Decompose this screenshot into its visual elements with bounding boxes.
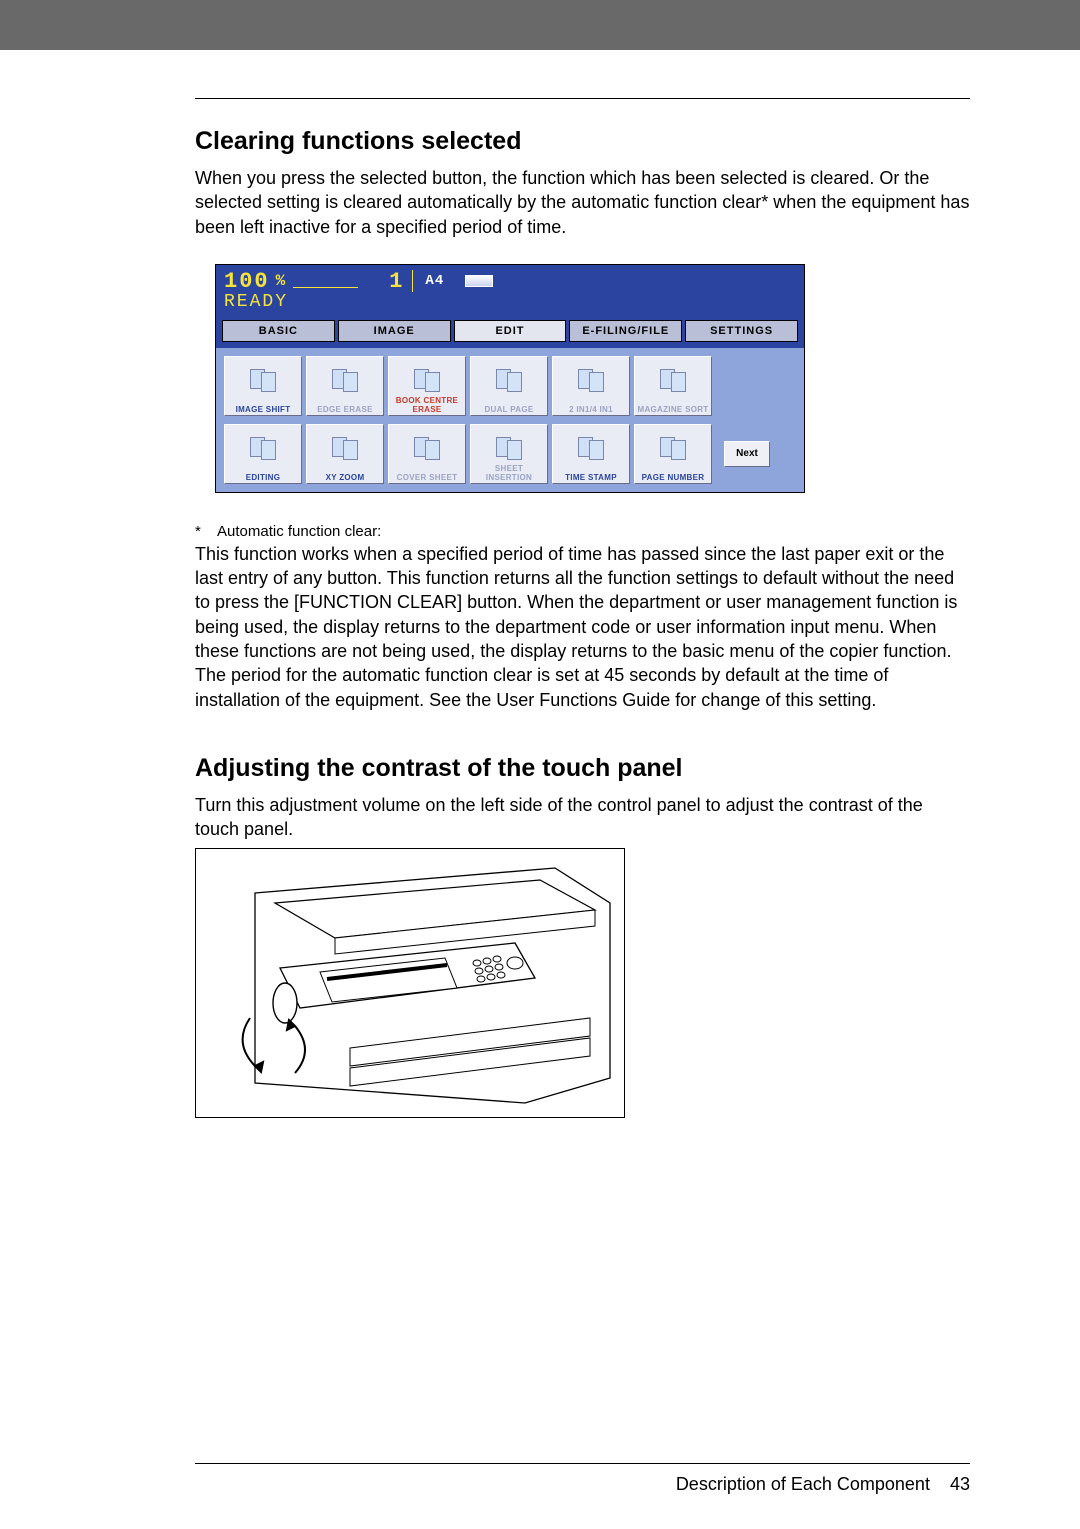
fn-2in1-4in1[interactable]: 2 IN1/4 IN1	[552, 356, 630, 416]
header-black-bar	[0, 0, 1080, 50]
fn-icon	[307, 363, 383, 395]
footer-label: Description of Each Component	[676, 1474, 930, 1494]
fn-icon	[471, 363, 547, 395]
status-underline	[293, 287, 358, 288]
top-rule	[195, 98, 970, 99]
fn-icon	[553, 431, 629, 463]
fn-icon	[553, 363, 629, 395]
tray-icon	[465, 275, 493, 287]
status-paper: A4	[425, 273, 444, 289]
status-zoom-value: 100	[224, 269, 270, 294]
footnote-heading: Automatic function clear:	[195, 523, 970, 540]
status-zoom-unit: %	[276, 272, 288, 290]
section-title-clearing: Clearing functions selected	[195, 127, 970, 156]
fn-cover-sheet[interactable]: COVER SHEET	[388, 424, 466, 484]
function-row-1: IMAGE SHIFT EDGE ERASE BOOK CENTRE ERASE…	[224, 356, 796, 416]
touch-panel-tabs: BASIC IMAGE EDIT E-FILING/FILE SETTINGS	[216, 320, 804, 348]
contrast-dial-illustration	[195, 848, 625, 1118]
touch-panel-status-bar: 100 % 1 A4 READY	[216, 265, 804, 320]
fn-editing[interactable]: EDITING	[224, 424, 302, 484]
footer-page-number: 43	[950, 1474, 970, 1494]
section-para-clearing: When you press the selected button, the …	[195, 166, 970, 239]
fn-icon	[635, 363, 711, 395]
fn-icon	[225, 363, 301, 395]
status-ready: READY	[224, 292, 796, 312]
tab-efiling[interactable]: E-FILING/FILE	[569, 320, 682, 342]
fn-edge-erase[interactable]: EDGE ERASE	[306, 356, 384, 416]
fn-image-shift[interactable]: IMAGE SHIFT	[224, 356, 302, 416]
tab-image[interactable]: IMAGE	[338, 320, 451, 342]
fn-xy-zoom[interactable]: XY ZOOM	[306, 424, 384, 484]
touch-panel-body: IMAGE SHIFT EDGE ERASE BOOK CENTRE ERASE…	[216, 348, 804, 492]
tab-basic[interactable]: BASIC	[222, 320, 335, 342]
fn-sheet-insert[interactable]: SHEET INSERTION	[470, 424, 548, 484]
fn-dual-page[interactable]: DUAL PAGE	[470, 356, 548, 416]
fn-magazine-sort[interactable]: MAGAZINE SORT	[634, 356, 712, 416]
fn-icon	[389, 363, 465, 395]
status-count: 1	[389, 269, 404, 294]
fn-icon	[471, 431, 547, 463]
tab-settings[interactable]: SETTINGS	[685, 320, 798, 342]
fn-time-stamp[interactable]: TIME STAMP	[552, 424, 630, 484]
fn-icon	[389, 431, 465, 463]
section-title-contrast: Adjusting the contrast of the touch pane…	[195, 754, 970, 783]
page-footer: Description of Each Component 43	[0, 1463, 1080, 1529]
page-content: Clearing functions selected When you pre…	[0, 98, 1080, 1123]
fn-icon	[635, 431, 711, 463]
function-row-2: EDITING XY ZOOM COVER SHEET SHEET INSERT…	[224, 424, 796, 484]
section-para-contrast: Turn this adjustment volume on the left …	[195, 793, 970, 842]
footnote-text: This function works when a specified per…	[195, 542, 970, 712]
touch-panel-screenshot: 100 % 1 A4 READY BASIC IMAGE EDIT E-FILI…	[215, 264, 805, 493]
bottom-rule	[195, 1463, 970, 1464]
footer-text: Description of Each Component 43	[676, 1474, 970, 1494]
next-button[interactable]: Next	[724, 441, 770, 467]
fn-icon	[225, 431, 301, 463]
tab-edit[interactable]: EDIT	[454, 320, 567, 342]
fn-icon	[307, 431, 383, 463]
fn-page-number[interactable]: PAGE NUMBER	[634, 424, 712, 484]
status-vbar	[412, 270, 413, 292]
fn-book-centre[interactable]: BOOK CENTRE ERASE	[388, 356, 466, 416]
